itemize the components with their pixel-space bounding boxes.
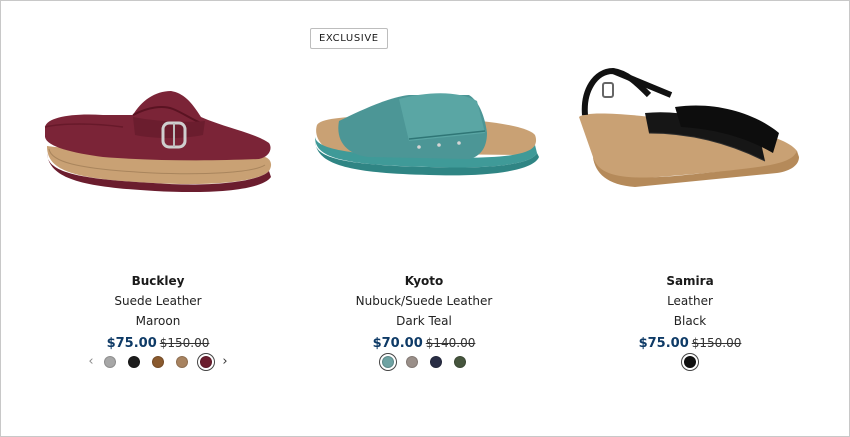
sale-price: $75.00 (106, 336, 157, 351)
product-card-samira[interactable]: Samira Leather Black $75.00 $150.00 (557, 1, 823, 436)
product-material: Leather (667, 294, 713, 308)
original-price: $150.00 (691, 336, 742, 350)
chevron-right-icon[interactable]: › (218, 353, 232, 371)
product-material: Nubuck/Suede Leather (355, 294, 493, 308)
color-swatch[interactable] (454, 356, 466, 368)
chevron-left-icon[interactable]: ‹ (84, 353, 98, 371)
product-price: $75.00 $150.00 (25, 333, 291, 351)
color-swatches: ‹ › (25, 353, 291, 371)
product-name[interactable]: Samira (557, 273, 823, 289)
color-swatch[interactable] (104, 356, 116, 368)
product-card-kyoto[interactable]: EXCLUSIVE Kyoto Nubuck/Suede Leather Dar… (291, 1, 557, 436)
product-name[interactable]: Kyoto (291, 273, 557, 289)
product-color: Maroon (135, 314, 181, 328)
product-color: Black (673, 314, 707, 328)
product-image-kyoto[interactable] (299, 61, 549, 236)
product-material: Suede Leather (114, 294, 202, 308)
color-swatch[interactable] (382, 356, 394, 368)
color-swatches (291, 353, 557, 371)
product-color: Dark Teal (396, 314, 452, 328)
original-price: $150.00 (159, 336, 210, 350)
sale-price: $70.00 (372, 336, 423, 351)
product-image-buckley[interactable] (33, 61, 283, 236)
product-grid: Buckley Suede Leather Maroon $75.00 $150.… (0, 0, 850, 437)
color-swatch[interactable] (176, 356, 188, 368)
original-price: $140.00 (425, 336, 476, 350)
color-swatch[interactable] (406, 356, 418, 368)
color-swatch[interactable] (200, 356, 212, 368)
color-swatch[interactable] (684, 356, 696, 368)
product-card-buckley[interactable]: Buckley Suede Leather Maroon $75.00 $150.… (25, 1, 291, 436)
product-image-samira[interactable] (565, 61, 815, 236)
product-name[interactable]: Buckley (25, 273, 291, 289)
product-price: $75.00 $150.00 (557, 333, 823, 351)
color-swatches (557, 353, 823, 371)
product-price: $70.00 $140.00 (291, 333, 557, 351)
color-swatch[interactable] (152, 356, 164, 368)
color-swatch[interactable] (430, 356, 442, 368)
sale-price: $75.00 (638, 336, 689, 351)
exclusive-badge: EXCLUSIVE (310, 28, 388, 49)
color-swatch[interactable] (128, 356, 140, 368)
